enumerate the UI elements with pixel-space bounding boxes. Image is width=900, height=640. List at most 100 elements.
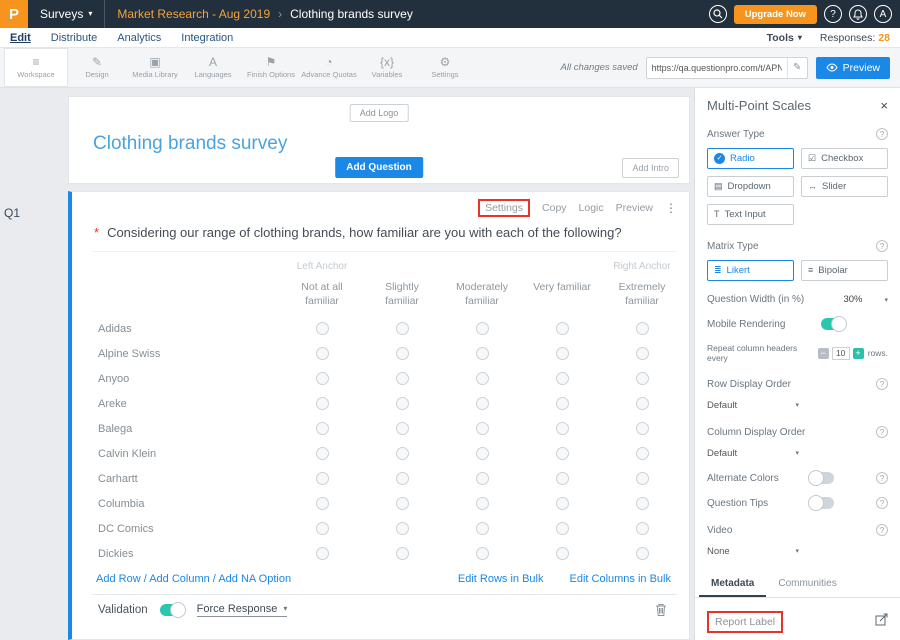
radio-button[interactable] — [556, 397, 569, 410]
radio-button[interactable] — [636, 497, 649, 510]
plus-button[interactable]: + — [853, 348, 864, 359]
radio-button[interactable] — [396, 522, 409, 535]
toolbar-item-advance-quotas[interactable]: ◔Advance Quotas — [300, 48, 358, 87]
answer-type-radio[interactable]: ✓Radio — [707, 148, 794, 169]
question-menu-icon[interactable]: ⋮ — [665, 201, 677, 215]
add-question-button[interactable]: Add Question — [335, 157, 423, 178]
radio-button[interactable] — [316, 397, 329, 410]
question-action-settings[interactable]: Settings — [478, 199, 530, 217]
question-action-copy[interactable]: Copy — [542, 202, 567, 214]
radio-button[interactable] — [316, 522, 329, 535]
delete-question-button[interactable] — [655, 603, 667, 616]
radio-button[interactable] — [316, 422, 329, 435]
radio-button[interactable] — [476, 522, 489, 535]
radio-button[interactable] — [556, 447, 569, 460]
radio-button[interactable] — [396, 547, 409, 560]
question-tips-toggle[interactable] — [809, 497, 834, 509]
preview-button[interactable]: Preview — [816, 57, 890, 79]
toolbar-item-design[interactable]: ✎Design — [68, 48, 126, 87]
help-icon[interactable]: ? — [876, 378, 888, 390]
radio-button[interactable] — [476, 472, 489, 485]
toolbar-item-workspace[interactable]: ≡Workspace — [4, 48, 68, 87]
mobile-rendering-toggle[interactable] — [821, 318, 846, 330]
link-edit-columns-in-bulk[interactable]: Edit Columns in Bulk — [570, 573, 672, 585]
radio-button[interactable] — [556, 322, 569, 335]
help-icon[interactable]: ? — [876, 426, 888, 438]
search-icon[interactable] — [709, 5, 727, 23]
help-icon[interactable]: ? — [876, 128, 888, 140]
radio-button[interactable] — [396, 497, 409, 510]
edit-report-label-icon[interactable] — [875, 613, 888, 631]
radio-button[interactable] — [476, 547, 489, 560]
surveys-menu[interactable]: Surveys ▾ — [28, 0, 105, 28]
toolbar-item-variables[interactable]: {x}Variables — [358, 48, 416, 87]
survey-title[interactable]: Clothing brands survey — [93, 133, 287, 155]
radio-button[interactable] — [476, 397, 489, 410]
answer-type-checkbox[interactable]: ☑Checkbox — [801, 148, 888, 169]
radio-button[interactable] — [396, 397, 409, 410]
question-text[interactable]: Considering our range of clothing brands… — [107, 225, 622, 240]
radio-button[interactable] — [316, 547, 329, 560]
question-action-preview[interactable]: Preview — [616, 202, 653, 214]
radio-button[interactable] — [636, 522, 649, 535]
matrix-type-likert[interactable]: ≣Likert — [707, 260, 794, 281]
radio-button[interactable] — [396, 347, 409, 360]
help-icon[interactable]: ? — [876, 240, 888, 252]
add-intro-button[interactable]: Add Intro — [622, 158, 679, 178]
radio-button[interactable] — [316, 447, 329, 460]
minus-button[interactable]: − — [818, 348, 829, 359]
radio-button[interactable] — [476, 322, 489, 335]
radio-button[interactable] — [636, 322, 649, 335]
edit-url-pencil-icon[interactable]: ✎ — [787, 58, 807, 78]
help-button[interactable]: ? — [824, 5, 842, 23]
radio-button[interactable] — [636, 372, 649, 385]
nav-item-edit[interactable]: Edit — [10, 32, 31, 44]
radio-button[interactable] — [476, 372, 489, 385]
breadcrumb-project[interactable]: Market Research - Aug 2019 — [117, 7, 270, 21]
close-icon[interactable]: × — [880, 98, 888, 113]
radio-button[interactable] — [316, 347, 329, 360]
radio-button[interactable] — [556, 372, 569, 385]
column-display-order-select[interactable]: Default ▾ — [707, 448, 799, 459]
radio-button[interactable] — [556, 547, 569, 560]
question-action-logic[interactable]: Logic — [579, 202, 604, 214]
radio-button[interactable] — [636, 347, 649, 360]
alternate-colors-toggle[interactable] — [809, 472, 834, 484]
upgrade-now-button[interactable]: Upgrade Now — [734, 5, 817, 24]
video-select[interactable]: None ▾ — [707, 546, 799, 557]
nav-item-distribute[interactable]: Distribute — [51, 32, 97, 44]
avatar[interactable]: A — [874, 5, 892, 23]
toolbar-item-finish-options[interactable]: ⚑Finish Options — [242, 48, 300, 87]
question-width-value[interactable]: 30% — [843, 294, 862, 305]
link-add-column[interactable]: Add Column — [149, 573, 210, 585]
nav-item-analytics[interactable]: Analytics — [117, 32, 161, 44]
app-logo[interactable]: P — [0, 0, 28, 28]
radio-button[interactable] — [316, 322, 329, 335]
force-response-dropdown[interactable]: Force Response ▾ — [197, 603, 288, 617]
nav-item-integration[interactable]: Integration — [181, 32, 233, 44]
radio-button[interactable] — [636, 447, 649, 460]
validation-toggle[interactable] — [160, 604, 185, 616]
radio-button[interactable] — [636, 547, 649, 560]
link-add-na-option[interactable]: Add NA Option — [218, 573, 291, 585]
toolbar-item-languages[interactable]: ALanguages — [184, 48, 242, 87]
help-icon[interactable]: ? — [876, 497, 888, 509]
radio-button[interactable] — [396, 422, 409, 435]
help-icon[interactable]: ? — [876, 524, 888, 536]
radio-button[interactable] — [636, 397, 649, 410]
radio-button[interactable] — [396, 447, 409, 460]
radio-button[interactable] — [316, 497, 329, 510]
radio-button[interactable] — [396, 472, 409, 485]
radio-button[interactable] — [556, 422, 569, 435]
link-edit-rows-in-bulk[interactable]: Edit Rows in Bulk — [458, 573, 544, 585]
toolbar-item-media-library[interactable]: ▣Media Library — [126, 48, 184, 87]
tab-metadata[interactable]: Metadata — [699, 573, 766, 597]
radio-button[interactable] — [556, 472, 569, 485]
responses-counter[interactable]: Responses:28 — [820, 32, 890, 44]
radio-button[interactable] — [476, 447, 489, 460]
help-icon[interactable]: ? — [876, 472, 888, 484]
radio-button[interactable] — [396, 372, 409, 385]
notifications-bell-icon[interactable] — [849, 5, 867, 23]
link-add-row[interactable]: Add Row — [96, 573, 141, 585]
answer-type-dropdown[interactable]: ▤Dropdown — [707, 176, 794, 197]
